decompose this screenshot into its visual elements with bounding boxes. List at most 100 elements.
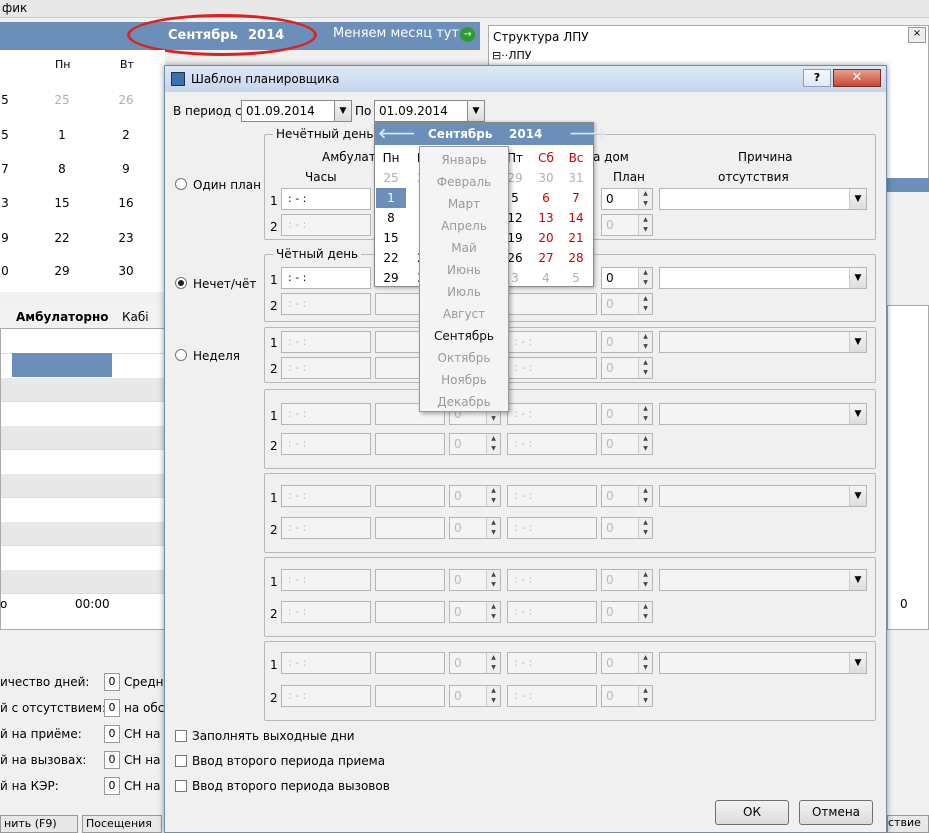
menu-item-month[interactable]: Апрель bbox=[420, 215, 508, 237]
home-time-field[interactable]: : - : bbox=[507, 601, 597, 623]
chevron-down-icon[interactable]: ▼ bbox=[849, 332, 866, 352]
ambul-field[interactable] bbox=[375, 652, 445, 674]
calendar-day[interactable]: 30 bbox=[111, 264, 141, 278]
plan-spinner[interactable]: 0 ▲ ▼ bbox=[601, 214, 653, 236]
table-row[interactable] bbox=[1, 378, 166, 402]
calendar-day[interactable]: 1 bbox=[47, 128, 77, 142]
calendar-day[interactable]: 30 bbox=[531, 168, 561, 188]
calendar-day[interactable]: 25 bbox=[376, 168, 406, 188]
home-time-field[interactable]: : - : bbox=[507, 685, 597, 707]
menu-item-month-current[interactable]: Сентябрь bbox=[420, 325, 508, 347]
month-selector[interactable]: Сентябрь bbox=[428, 127, 492, 141]
time-field[interactable]: : - : bbox=[281, 485, 371, 507]
menu-item-month[interactable]: Март bbox=[420, 193, 508, 215]
calendar-day[interactable]: 27 bbox=[531, 248, 561, 268]
calendar-day-selected[interactable]: 1 bbox=[376, 188, 406, 208]
calendar-day[interactable]: 31 bbox=[561, 168, 591, 188]
calendar-day[interactable]: 4 bbox=[531, 268, 561, 288]
arrow-right-icon[interactable]: 🡒 bbox=[569, 125, 607, 143]
spinner-arrows-icon[interactable]: ▲▼ bbox=[638, 486, 652, 506]
table-row[interactable] bbox=[1, 522, 166, 546]
ambul-spinner[interactable]: 0 ▲▼ bbox=[449, 485, 501, 507]
time-field[interactable]: : - : bbox=[281, 357, 371, 379]
calendar-day[interactable]: 28 bbox=[561, 248, 591, 268]
menu-item-month[interactable]: Август bbox=[420, 303, 508, 325]
time-field[interactable]: : - : bbox=[281, 433, 371, 455]
ambul-spinner[interactable]: 0 ▲▼ bbox=[449, 685, 501, 707]
calendar-day[interactable]: 6 bbox=[531, 188, 561, 208]
calendar-day[interactable]: 15 bbox=[47, 196, 77, 210]
plan-spinner[interactable]: 0 ▲ ▼ bbox=[601, 357, 653, 379]
ambul-field[interactable] bbox=[375, 569, 445, 591]
ambul-spinner[interactable]: 0 ▲▼ bbox=[449, 601, 501, 623]
chevron-down-icon[interactable]: ▼ bbox=[849, 653, 866, 673]
spinner-arrows-icon[interactable]: ▲▼ bbox=[638, 653, 652, 673]
calendar-day[interactable]: 29 bbox=[376, 268, 406, 288]
spinner-arrows-icon[interactable]: ▲▼ bbox=[638, 570, 652, 590]
calendar-day[interactable]: 8 bbox=[376, 208, 406, 228]
calendar-day[interactable]: 2 bbox=[111, 128, 141, 142]
home-time-field[interactable]: : - : bbox=[507, 403, 597, 425]
chevron-down-icon[interactable]: ▼ bbox=[467, 100, 485, 122]
time-field[interactable]: : - : bbox=[281, 403, 371, 425]
tree-item-lpu[interactable]: ⊟··ЛПУ bbox=[492, 49, 531, 62]
reason-combo[interactable]: ▼ bbox=[659, 267, 867, 289]
second-reception-checkbox[interactable] bbox=[175, 755, 187, 767]
spinner-arrows-icon[interactable]: ▲▼ bbox=[638, 686, 652, 706]
spinner-arrows-icon[interactable]: ▲▼ bbox=[638, 404, 652, 424]
spinner-arrows-icon[interactable]: ▲▼ bbox=[638, 434, 652, 454]
reason-combo[interactable]: ▼ bbox=[659, 485, 867, 507]
time-field[interactable]: : - : bbox=[281, 601, 371, 623]
radio-one-plan[interactable] bbox=[175, 178, 187, 190]
calendar-day[interactable]: 9 bbox=[111, 162, 141, 176]
menu-item-month[interactable]: Май bbox=[420, 237, 508, 259]
spinner-arrows-icon[interactable]: ▲▼ bbox=[486, 686, 500, 706]
menu-item-month[interactable]: Июль bbox=[420, 281, 508, 303]
menu-item[interactable]: фик bbox=[2, 1, 27, 15]
close-button[interactable]: ✕ bbox=[833, 69, 881, 87]
spinner-arrows-icon[interactable]: ▲▼ bbox=[638, 294, 652, 314]
table-row[interactable] bbox=[1, 426, 166, 450]
chevron-down-icon[interactable]: ▼ bbox=[849, 570, 866, 590]
close-icon[interactable]: × bbox=[908, 27, 926, 43]
second-calls-checkbox[interactable] bbox=[175, 780, 187, 792]
home-time-field[interactable] bbox=[507, 293, 597, 315]
date-to-field[interactable]: 01.09.2014 bbox=[374, 100, 469, 122]
spinner-arrows-icon[interactable]: ▲▼ bbox=[638, 602, 652, 622]
time-field[interactable]: : - : bbox=[281, 569, 371, 591]
plan-spinner[interactable]: 0 ▲ ▼ bbox=[601, 293, 653, 315]
time-field[interactable]: : - : bbox=[281, 652, 371, 674]
fill-weekends-checkbox[interactable] bbox=[175, 730, 187, 742]
spinner-arrows-icon[interactable]: ▲▼ bbox=[638, 332, 652, 352]
home-time-field[interactable]: : - : bbox=[507, 433, 597, 455]
table-row[interactable] bbox=[1, 570, 166, 594]
selected-cell[interactable] bbox=[12, 353, 112, 377]
plan-spinner[interactable]: 0 ▲ ▼ bbox=[601, 331, 653, 353]
spinner-arrows-icon[interactable]: ▲▼ bbox=[486, 486, 500, 506]
chevron-down-icon[interactable]: ▼ bbox=[849, 486, 866, 506]
time-field[interactable]: : - : bbox=[281, 517, 371, 539]
reason-combo[interactable]: ▼ bbox=[659, 569, 867, 591]
column-header-ambul[interactable]: Амбулаторно bbox=[16, 310, 109, 324]
home-time-field[interactable]: : - : bbox=[507, 517, 597, 539]
chevron-down-icon[interactable]: ▼ bbox=[849, 268, 866, 288]
plan-spinner[interactable]: 0 ▲ ▼ bbox=[601, 403, 653, 425]
table-row[interactable] bbox=[1, 330, 166, 354]
spinner-arrows-icon[interactable]: ▲▼ bbox=[486, 570, 500, 590]
chevron-down-icon[interactable]: ▼ bbox=[849, 404, 866, 424]
calendar-day[interactable]: 22 bbox=[47, 231, 77, 245]
calendar-day[interactable]: 20 bbox=[531, 228, 561, 248]
plan-spinner[interactable]: 0 ▲ ▼ bbox=[601, 569, 653, 591]
reason-combo[interactable]: ▼ bbox=[659, 652, 867, 674]
ambul-spinner[interactable]: 0 ▲▼ bbox=[449, 433, 501, 455]
calendar-day[interactable]: 22 bbox=[376, 248, 406, 268]
ambul-field[interactable] bbox=[375, 601, 445, 623]
home-time-field[interactable]: : - : bbox=[507, 357, 597, 379]
tab-save[interactable]: нить (F9) bbox=[0, 815, 78, 833]
arrow-left-icon[interactable]: 🡐 bbox=[378, 125, 416, 143]
calendar-day[interactable]: 23 bbox=[111, 231, 141, 245]
tab-absence[interactable]: ствие bbox=[887, 815, 929, 833]
ambul-spinner[interactable]: 0 ▲▼ bbox=[449, 517, 501, 539]
calendar-day[interactable]: 8 bbox=[47, 162, 77, 176]
ambul-field[interactable] bbox=[375, 433, 445, 455]
